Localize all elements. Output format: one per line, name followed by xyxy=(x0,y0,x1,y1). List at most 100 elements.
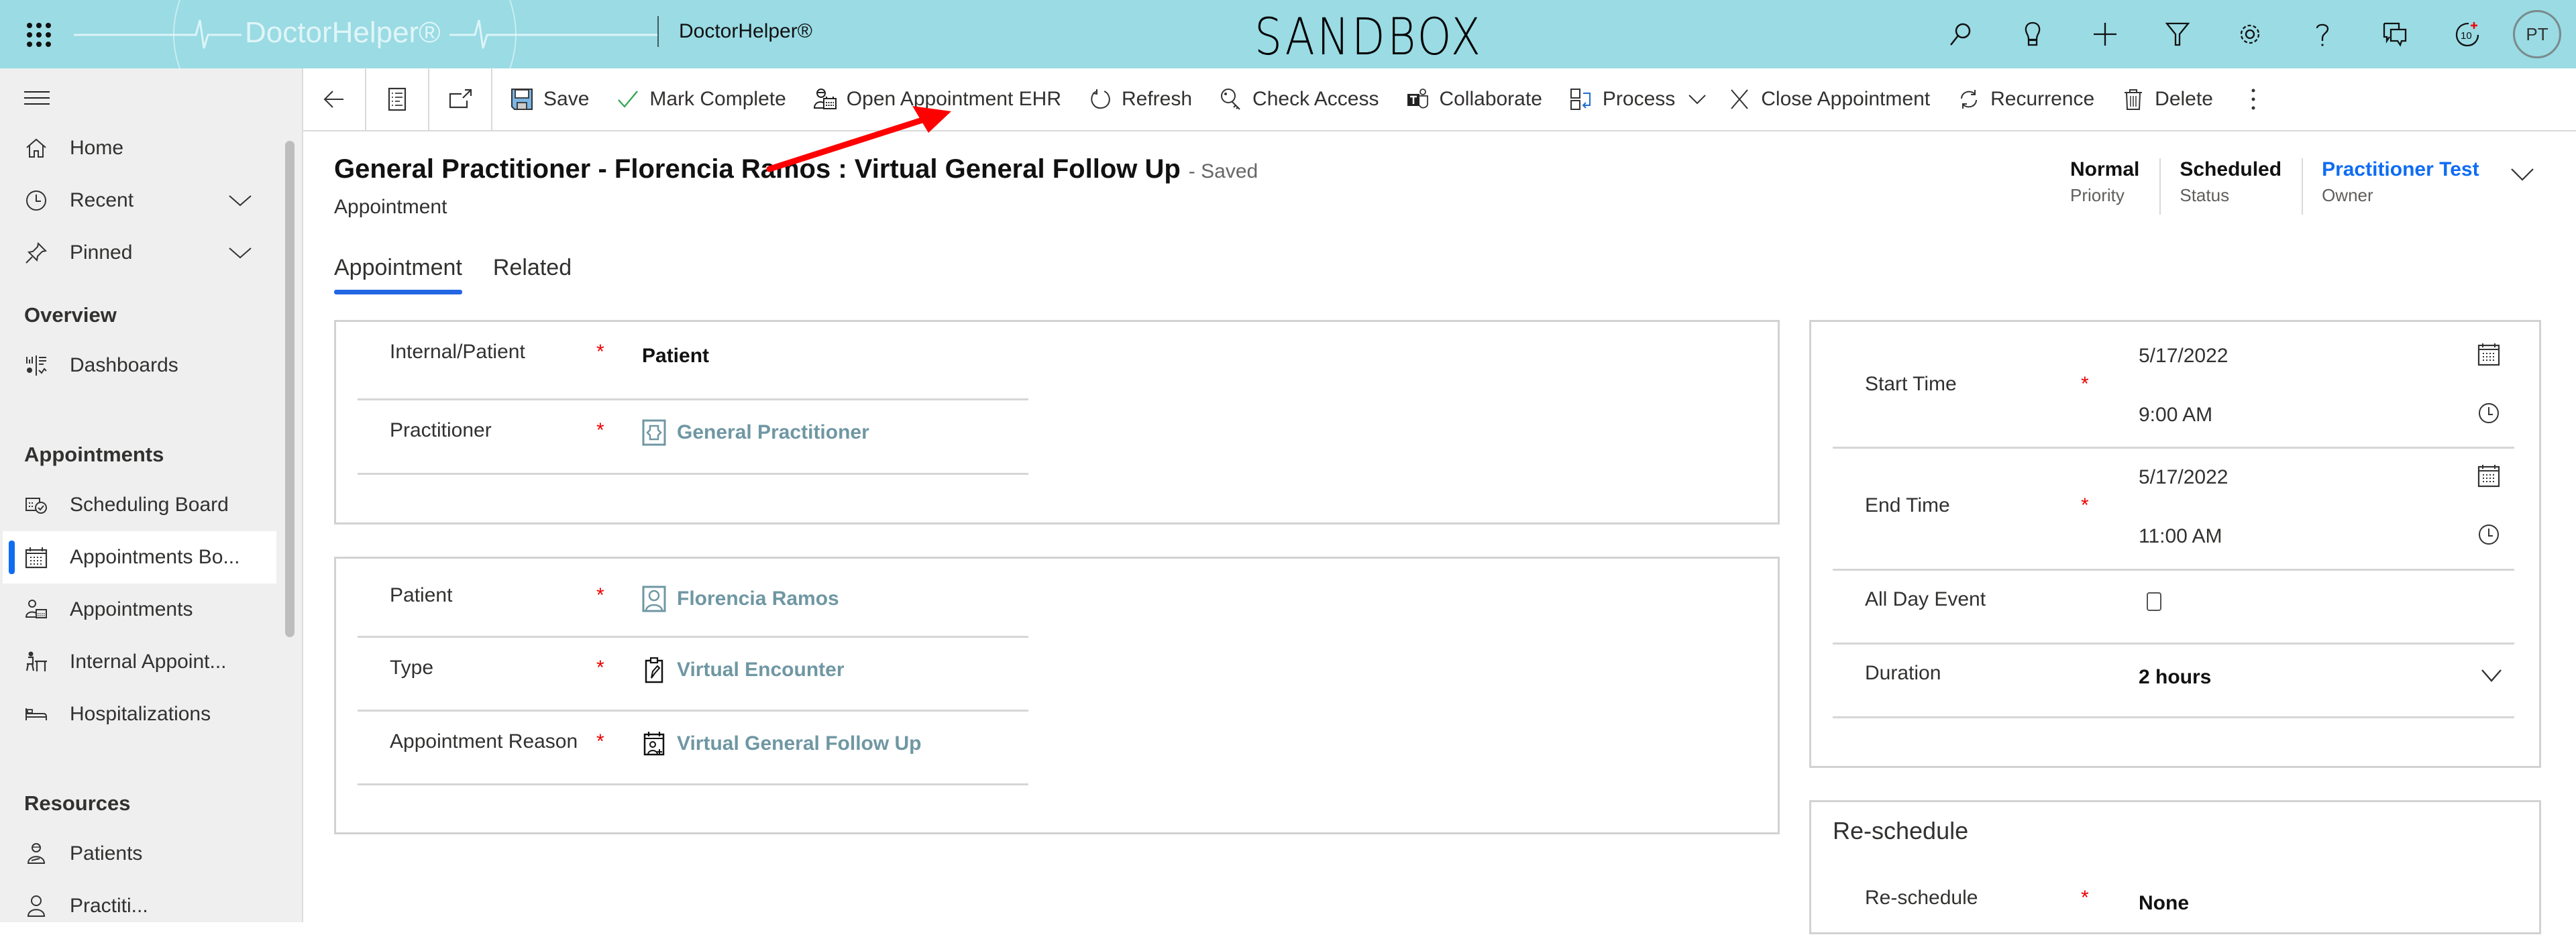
calendar-icon[interactable] xyxy=(2477,463,2501,488)
sidebar-item-label: Internal Appoint... xyxy=(70,651,227,673)
recurrence-button[interactable]: Recurrence xyxy=(1943,68,2108,131)
open-appointment-ehr-button[interactable]: Open Appointment EHR xyxy=(800,68,1075,131)
header-actions: 10 PT xyxy=(1924,0,2576,68)
reschedule-select[interactable]: None xyxy=(2139,892,2189,915)
clock-icon[interactable] xyxy=(2477,522,2501,547)
sidebar-item-appointments[interactable]: Appointments xyxy=(0,584,276,636)
end-date-input[interactable]: 5/17/2022 xyxy=(2139,466,2228,489)
field-label: Internal/Patient xyxy=(390,341,525,363)
app-launcher-icon[interactable] xyxy=(24,20,51,47)
header-field-priority: Normal Priority xyxy=(2061,158,2159,215)
chevron-down-icon[interactable] xyxy=(2481,667,2502,683)
open-new-window-icon xyxy=(449,89,472,109)
app-name[interactable]: DoctorHelper® xyxy=(679,20,812,43)
header-expand-chevron-icon[interactable] xyxy=(2509,165,2536,185)
sidebar-item-practitioners[interactable]: Practiti... xyxy=(0,880,276,932)
patient-value: Florencia Ramos xyxy=(677,588,839,610)
record-title: General Practitioner - Florencia Ramos :… xyxy=(334,154,1258,184)
chevron-down-icon[interactable] xyxy=(228,190,252,211)
process-button[interactable]: Process xyxy=(1556,68,1680,131)
sidebar-item-hospitalizations[interactable]: Hospitalizations xyxy=(0,688,276,740)
appointment-reason-value: Virtual General Follow Up xyxy=(677,732,922,755)
sidebar-scrollbar[interactable] xyxy=(285,141,294,637)
required-marker: * xyxy=(596,584,604,606)
required-marker: * xyxy=(596,419,604,441)
required-marker: * xyxy=(2081,373,2089,395)
duration-select[interactable]: 2 hours xyxy=(2139,666,2211,689)
field-reschedule: Re-schedule * None xyxy=(1833,869,2514,943)
sidebar-item-patients[interactable]: Patients xyxy=(0,828,276,880)
record-list-button[interactable] xyxy=(366,68,429,131)
tab-related[interactable]: Related xyxy=(493,255,572,289)
patient-icon xyxy=(24,842,48,866)
refresh-button[interactable]: Refresh xyxy=(1075,68,1205,131)
lightbulb-icon[interactable] xyxy=(1996,0,2069,68)
tab-appointment[interactable]: Appointment xyxy=(334,255,462,294)
chevron-down-icon[interactable] xyxy=(228,243,252,263)
sidebar-item-appointments-board[interactable]: Appointments Bo... xyxy=(3,531,276,584)
type-lookup[interactable]: Virtual Encounter xyxy=(642,657,845,683)
teams-icon xyxy=(1405,87,1430,111)
practitioner-lookup[interactable]: General Practitioner xyxy=(642,419,869,446)
sidebar-item-dashboards[interactable]: Dashboards xyxy=(0,339,276,392)
patient-section: Patient * Florencia Ramos Type * Virtual… xyxy=(334,557,1780,834)
notification-icon[interactable]: 10 xyxy=(2431,0,2504,68)
sidebar-item-label: Hospitalizations xyxy=(70,703,211,725)
open-new-window-button[interactable] xyxy=(429,68,492,131)
home-icon xyxy=(24,136,48,160)
plus-icon[interactable] xyxy=(2069,0,2141,68)
collaborate-label: Collaborate xyxy=(1439,88,1542,110)
gear-icon[interactable] xyxy=(2214,0,2286,68)
save-button[interactable]: Save xyxy=(496,68,602,131)
check-access-label: Check Access xyxy=(1252,88,1379,110)
sidebar-item-scheduling-board[interactable]: Scheduling Board xyxy=(0,479,276,531)
sidebar-item-label: Patients xyxy=(70,842,143,865)
all-day-event-checkbox[interactable] xyxy=(2147,592,2161,611)
more-commands-icon[interactable] xyxy=(2233,68,2273,131)
dashboard-icon xyxy=(24,353,48,378)
clock-icon[interactable] xyxy=(2477,401,2501,425)
field-label: Re-schedule xyxy=(1865,887,1978,909)
required-marker: * xyxy=(596,730,604,753)
field-appointment-reason: Appointment Reason * Virtual General Fol… xyxy=(358,712,1028,785)
calendar-icon[interactable] xyxy=(2477,342,2501,366)
reschedule-section: Re-schedule Re-schedule * None xyxy=(1809,800,2541,934)
start-time-input[interactable]: 9:00 AM xyxy=(2139,404,2212,427)
save-icon xyxy=(510,87,534,111)
ehr-icon xyxy=(813,87,837,111)
check-access-button[interactable]: Check Access xyxy=(1205,68,1392,131)
sidebar-section-appointments: Appointments xyxy=(24,443,164,466)
appointment-reason-lookup[interactable]: Virtual General Follow Up xyxy=(642,730,922,757)
collaborate-button[interactable]: Collaborate xyxy=(1392,68,1555,131)
clock-icon xyxy=(24,188,48,213)
start-date-input[interactable]: 5/17/2022 xyxy=(2139,345,2228,368)
close-appointment-button[interactable]: Close Appointment xyxy=(1714,68,1943,131)
user-avatar[interactable]: PT xyxy=(2513,10,2561,58)
form-tabs: Appointment Related xyxy=(334,255,602,294)
back-button[interactable] xyxy=(303,68,366,131)
chat-icon[interactable] xyxy=(2359,0,2431,68)
search-icon[interactable] xyxy=(1924,0,1996,68)
delete-button[interactable]: Delete xyxy=(2108,68,2226,131)
logo-text: DoctorHelper® xyxy=(245,16,441,49)
record-list-icon xyxy=(388,87,407,111)
filter-icon[interactable] xyxy=(2141,0,2214,68)
header-fields: Normal Priority Scheduled Status Practit… xyxy=(2061,158,2500,215)
header-field-status: Scheduled Status xyxy=(2159,158,2302,215)
sidebar-item-home[interactable]: Home xyxy=(0,122,276,174)
help-icon[interactable] xyxy=(2286,0,2359,68)
sidebar-item-pinned[interactable]: Pinned xyxy=(0,227,276,279)
general-section: Internal/Patient * Patient Practitioner … xyxy=(334,320,1780,524)
sidebar-item-recent[interactable]: Recent xyxy=(0,174,276,227)
field-label: End Time xyxy=(1865,494,1950,516)
process-dropdown-chevron-icon[interactable] xyxy=(1680,68,1714,131)
sidebar-item-internal-appointments[interactable]: Internal Appoint... xyxy=(0,636,276,688)
hamburger-menu-icon[interactable] xyxy=(24,91,50,105)
internal-patient-select[interactable]: Patient xyxy=(642,345,709,368)
patient-lookup[interactable]: Florencia Ramos xyxy=(642,586,839,612)
end-time-input[interactable]: 11:00 AM xyxy=(2139,525,2222,548)
owner-link[interactable]: Practitioner Test xyxy=(2322,158,2479,181)
mark-complete-button[interactable]: Mark Complete xyxy=(602,68,799,131)
brand-divider xyxy=(657,16,659,47)
field-start-time: Start Time * 5/17/2022 9:00 AM xyxy=(1833,322,2514,449)
